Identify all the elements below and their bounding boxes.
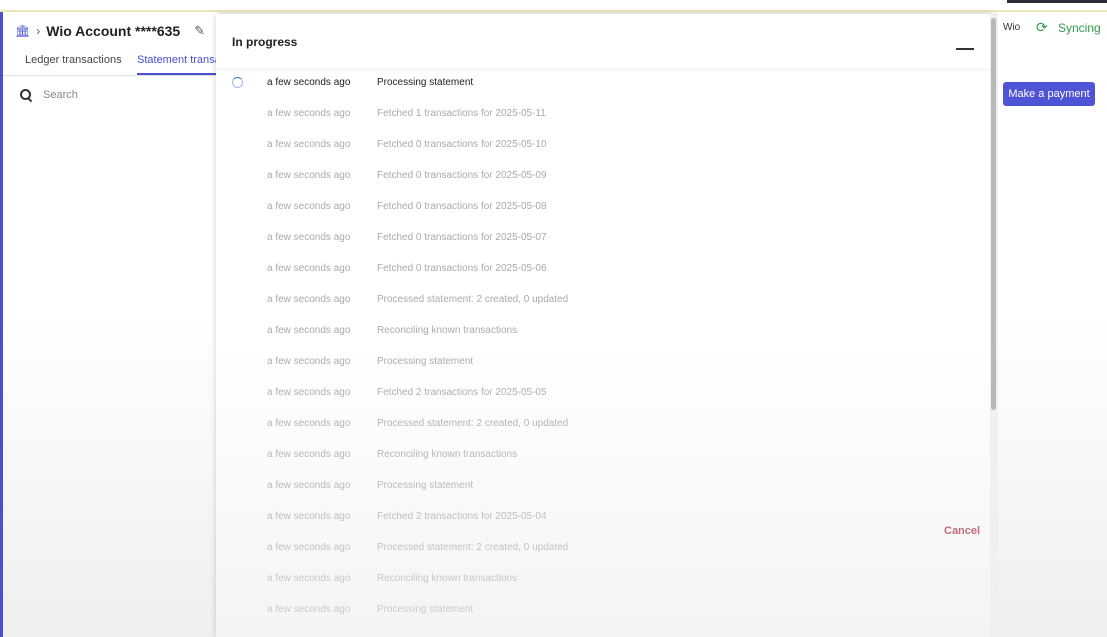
breadcrumb: 🏛 › Wio Account ****635 ✎ [15,20,205,42]
pencil-icon[interactable]: ✎ [194,23,205,39]
log-entry: a few seconds ago Fetched 2 transactions … [216,508,990,528]
log-entry: a few seconds ago Fetched 0 transactions … [216,260,990,280]
log-entry-message: Reconciling known transactions [377,449,518,460]
tab-bar: Ledger transactions Statement transa [3,50,218,76]
log-entry-time: a few seconds ago [267,325,351,336]
log-entry: a few seconds ago Reconciling known trans… [216,570,990,590]
log-entry: a few seconds ago Reconciling known trans… [216,446,990,466]
top-strip [0,0,1107,12]
log-entry: a few seconds ago Reconciling known trans… [216,322,990,342]
search-input[interactable] [43,89,193,101]
log-entry-message: Processing statement [377,356,474,367]
log-entry-message: Fetched 1 transactions for 2025-05-11 [377,108,546,119]
log-entry-time: a few seconds ago [267,480,351,491]
log-entry-time: a few seconds ago [267,77,351,88]
log-entry-time: a few seconds ago [267,232,351,243]
log-entry-time: a few seconds ago [267,263,351,274]
log-entry-message: Fetched 0 transactions for 2025-05-07 [377,232,547,243]
modal-header: In progress [216,14,990,68]
log-entry: a few seconds ago Fetched 0 transactions … [216,167,990,187]
account-title: Wio Account ****635 [46,23,181,39]
tab-statement-transactions[interactable]: Statement transa [137,54,218,66]
log-entry-time: a few seconds ago [267,449,351,460]
log-entry: a few seconds ago Processing statement [216,601,990,621]
log-entry-message: Processing statement [377,604,474,615]
minimize-icon[interactable] [956,48,974,50]
log-entry-time: a few seconds ago [267,387,351,398]
sync-icon: ⟳ [1036,19,1048,35]
org-label: Wio [1003,22,1021,33]
log-entry: a few seconds ago Processed statement: 2 … [216,539,990,559]
right-panel-fade [998,312,1107,637]
log-entry-time: a few seconds ago [267,542,351,553]
progress-modal: In progress a few seconds ago Processing … [216,14,990,637]
search-bar [19,86,193,104]
log-entry: a few seconds ago Fetched 1 transactions … [216,105,990,125]
log-entry: a few seconds ago Fetched 0 transactions … [216,198,990,218]
log-entry-time: a few seconds ago [267,139,351,150]
log-entry-time: a few seconds ago [267,294,351,305]
log-entry-message: Reconciling known transactions [377,325,518,336]
scrollbar-thumb[interactable] [991,18,996,410]
log-entry-message: Reconciling known transactions [377,573,518,584]
top-strip-edge [1007,0,1107,3]
log-entry-time: a few seconds ago [267,201,351,212]
log-entry-time: a few seconds ago [267,511,351,522]
log-entry-message: Fetched 0 transactions for 2025-05-06 [377,263,547,274]
log-entry-message: Processed statement: 2 created, 0 update… [377,542,569,553]
log-entry-message: Fetched 0 transactions for 2025-05-08 [377,201,547,212]
spinner-icon [232,77,243,88]
log-entry-time: a few seconds ago [267,108,351,119]
log-entry-message: Fetched 0 transactions for 2025-05-09 [377,170,547,181]
log-entry: a few seconds ago Fetched 2 transactions … [216,384,990,404]
log-entry: a few seconds ago Processing statement [216,74,990,94]
log-entry: a few seconds ago Processed statement: 2 … [216,291,990,311]
log-entry-message: Processed statement: 2 created, 0 update… [377,418,569,429]
panel-fade [3,312,218,637]
right-panel: Wio ⟳ Syncing Make a payment [998,12,1107,637]
log-entry-time: a few seconds ago [267,418,351,429]
cancel-button[interactable]: Cancel [944,525,980,537]
modal-title: In progress [232,35,298,49]
log-entry-time: a few seconds ago [267,356,351,367]
log-entry-message: Processing statement [377,77,474,88]
log-entry: a few seconds ago Processing statement [216,353,990,373]
chevron-right-icon: › [36,24,41,38]
tab-ledger-transactions[interactable]: Ledger transactions [25,54,122,66]
log-entry: a few seconds ago Fetched 0 transactions … [216,229,990,249]
active-tab-indicator [137,73,218,75]
sync-status: Syncing [1058,21,1101,35]
make-payment-button[interactable]: Make a payment [1003,82,1095,106]
search-icon [19,88,33,102]
log-entry: a few seconds ago Processed statement: 2 … [216,415,990,435]
log-entry-time: a few seconds ago [267,573,351,584]
log-entry-message: Processed statement: 2 created, 0 update… [377,294,569,305]
log-entry: a few seconds ago Fetched 0 transactions … [216,136,990,156]
log-entry-message: Fetched 2 transactions for 2025-05-05 [377,387,547,398]
bank-icon[interactable]: 🏛 [15,24,30,38]
log-entry-message: Fetched 0 transactions for 2025-05-10 [377,139,547,150]
log-entry-message: Fetched 2 transactions for 2025-05-04 [377,511,547,522]
log-entry-time: a few seconds ago [267,170,351,181]
log-entry-time: a few seconds ago [267,604,351,615]
log-entry-message: Processing statement [377,480,474,491]
log-entry: a few seconds ago Processing statement [216,477,990,497]
scrollbar[interactable] [990,14,998,637]
account-panel: 🏛 › Wio Account ****635 ✎ Ledger transac… [0,12,218,637]
